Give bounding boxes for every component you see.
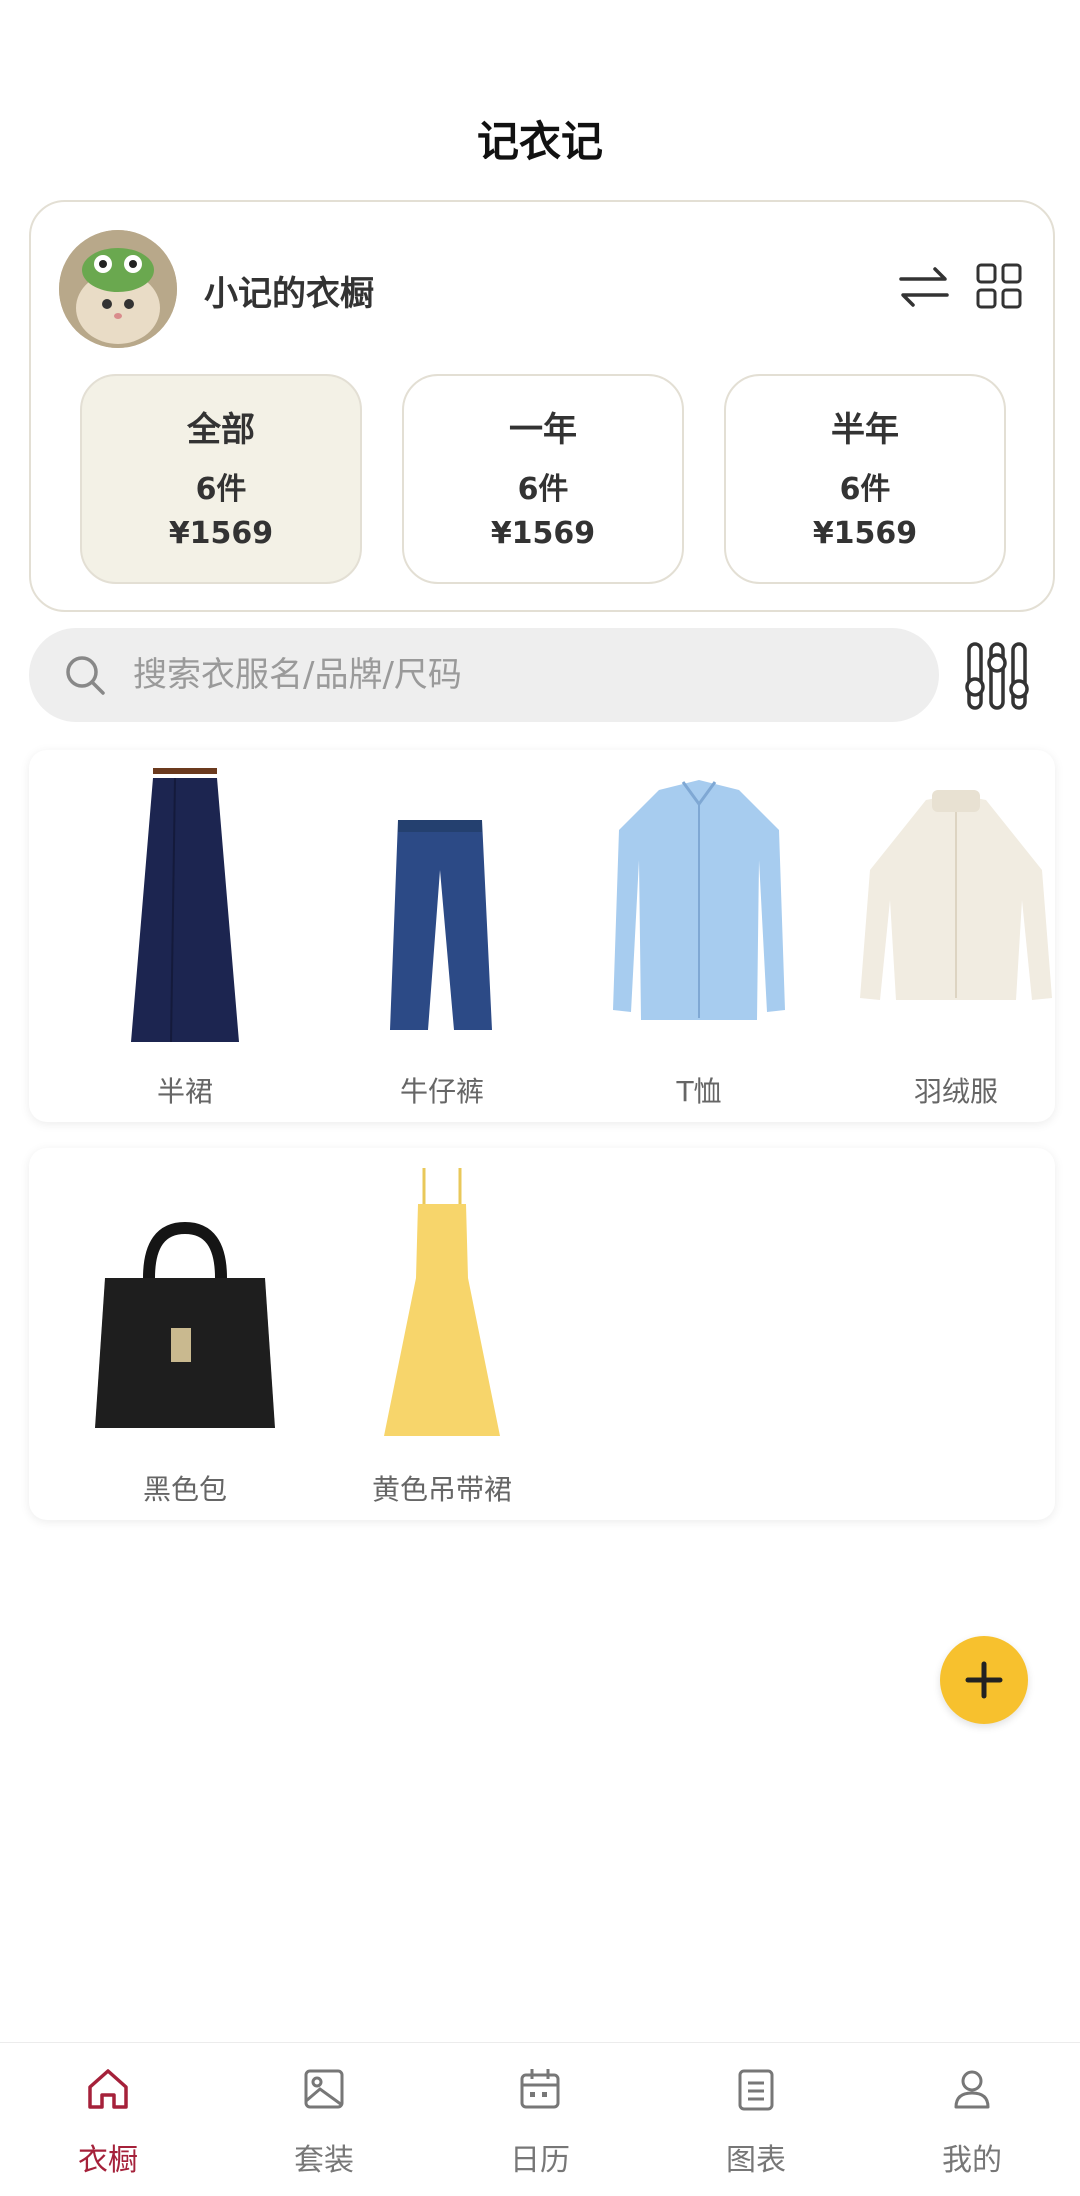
tab-label: 图表 <box>726 2143 786 2178</box>
category-row-1: 半裙 牛仔裤 T恤 羽绒服 <box>29 750 1055 1122</box>
clipboard-icon <box>738 2069 774 2111</box>
bottom-tab-bar: 衣橱 套装 日历 图表 我的 <box>0 2042 1080 2196</box>
navy-skirt-image <box>75 760 295 1050</box>
image-icon <box>304 2069 344 2109</box>
switch-wardrobe-button[interactable] <box>897 262 951 312</box>
stat-half-year[interactable]: 半年 6件 ¥1569 <box>724 374 1006 584</box>
search-input[interactable] <box>133 655 833 695</box>
stat-count: 6件 <box>517 472 569 507</box>
stat-price: ¥1569 <box>490 516 596 551</box>
search-icon <box>66 656 105 695</box>
category-label: 半裙 <box>156 1075 213 1108</box>
category-row-2: 黑色包 黄色吊带裙 <box>29 1148 1055 1520</box>
wardrobe-card: 小记的衣橱 全部 6件 ¥1569 一年 6件 ¥1569 半年 6件 ¥156… <box>29 200 1055 612</box>
search-bar[interactable] <box>29 628 939 722</box>
cream-down-jacket-image <box>846 760 1066 1050</box>
plus-icon <box>965 1661 1003 1699</box>
category-label: 牛仔裤 <box>399 1075 484 1108</box>
tab-wardrobe[interactable]: 衣橱 <box>0 2043 216 2196</box>
page-title: 记衣记 <box>476 117 603 166</box>
sliders-icon <box>965 642 1029 710</box>
swap-arrows-icon <box>899 267 949 307</box>
add-item-button[interactable] <box>940 1636 1028 1724</box>
stat-label: 半年 <box>831 410 899 450</box>
tab-calendar[interactable]: 日历 <box>432 2043 648 2196</box>
tab-label: 我的 <box>942 2143 1002 2178</box>
category-item[interactable]: 黑色包 <box>65 1148 305 1520</box>
tab-label: 衣橱 <box>78 2143 138 2178</box>
category-label: 羽绒服 <box>913 1075 998 1108</box>
category-label: 黄色吊带裙 <box>371 1473 512 1506</box>
category-label: T恤 <box>676 1075 722 1108</box>
tab-charts[interactable]: 图表 <box>648 2043 864 2196</box>
stat-count: 6件 <box>839 472 891 507</box>
grid-icon <box>976 263 1022 309</box>
stat-price: ¥1569 <box>812 516 918 551</box>
black-handbag-image <box>75 1158 295 1448</box>
filter-button[interactable] <box>960 636 1034 716</box>
wardrobe-name: 小记的衣橱 <box>204 274 374 314</box>
category-item[interactable]: 半裙 <box>65 750 305 1122</box>
blue-shirt-image <box>589 760 809 1050</box>
user-icon <box>954 2070 990 2109</box>
stat-label: 全部 <box>187 410 255 450</box>
category-item[interactable]: 牛仔裤 <box>322 750 562 1122</box>
home-icon <box>88 2069 128 2109</box>
stat-label: 一年 <box>509 410 577 450</box>
jeans-image <box>332 760 552 1050</box>
tab-me[interactable]: 我的 <box>864 2043 1080 2196</box>
calendar-icon <box>520 2069 560 2109</box>
tab-outfits[interactable]: 套装 <box>216 2043 432 2196</box>
stat-one-year[interactable]: 一年 6件 ¥1569 <box>402 374 684 584</box>
stat-all[interactable]: 全部 6件 ¥1569 <box>80 374 362 584</box>
stat-count: 6件 <box>195 472 247 507</box>
avatar[interactable] <box>59 230 177 348</box>
category-item[interactable]: 黄色吊带裙 <box>322 1148 562 1520</box>
category-label: 黑色包 <box>142 1473 227 1506</box>
category-item[interactable]: 羽绒服 <box>836 750 1076 1122</box>
grid-view-button[interactable] <box>973 260 1025 312</box>
tab-label: 日历 <box>510 2143 570 2178</box>
tab-label: 套装 <box>294 2143 354 2178</box>
stat-price: ¥1569 <box>168 516 274 551</box>
category-item[interactable]: T恤 <box>579 750 819 1122</box>
yellow-slip-dress-image <box>332 1158 552 1448</box>
